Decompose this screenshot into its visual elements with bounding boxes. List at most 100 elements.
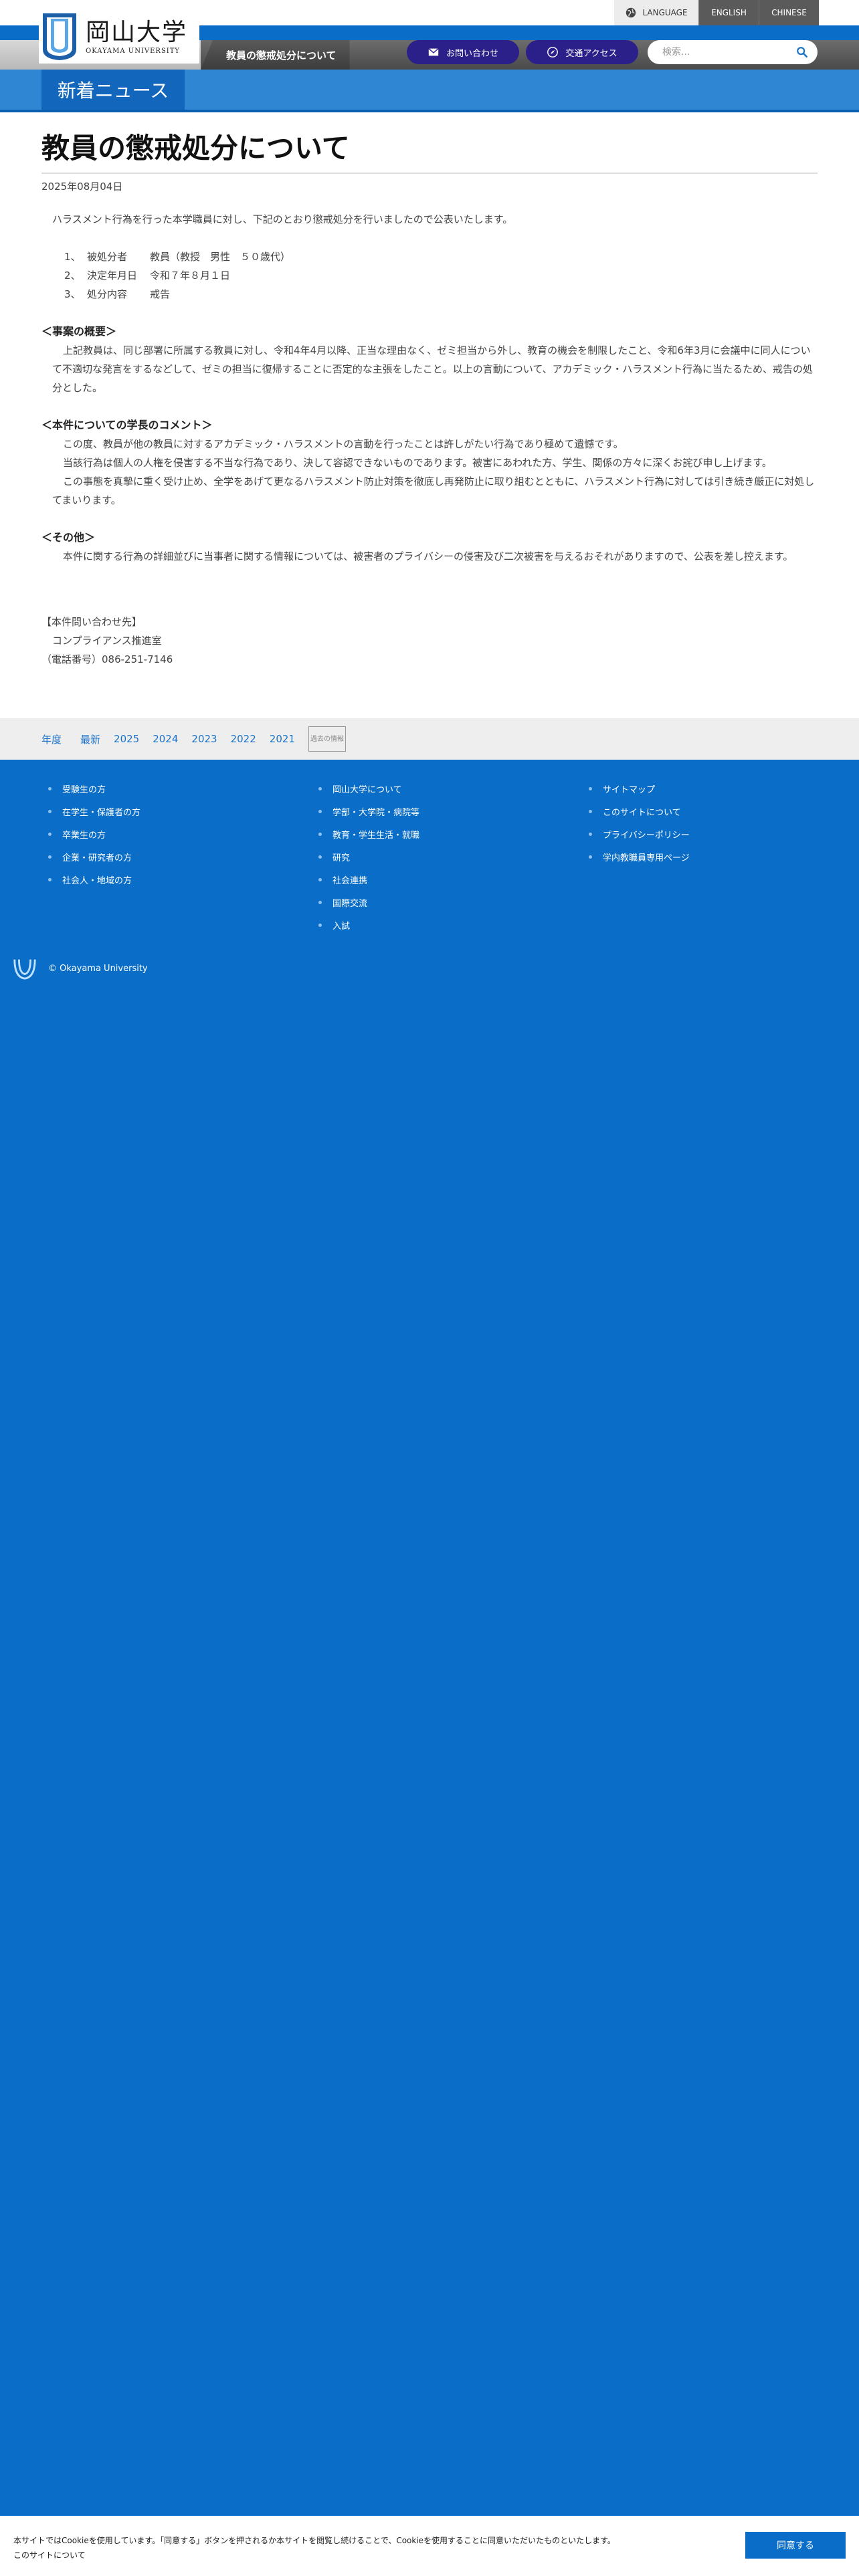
logo-text: 岡山大学 OKAYAMA UNIVERSITY — [86, 19, 187, 55]
cookie-agree-button[interactable]: 同意する — [745, 2532, 846, 2559]
language-english-button[interactable]: ENGLISH — [698, 0, 759, 25]
footer-link[interactable]: 社会連携 — [318, 868, 573, 891]
footer-link-label: 学部・大学院・病院等 — [332, 807, 420, 818]
comment-heading: ＜本件についての学長のコメント＞ — [41, 419, 213, 431]
other-heading: ＜その他＞ — [41, 531, 96, 544]
list-item-value: 戒告 — [150, 288, 171, 300]
bullet-icon — [589, 832, 592, 836]
footer-link-label: 教育・学生生活・就職 — [332, 830, 420, 841]
language-chinese-button[interactable]: CHINESE — [759, 0, 819, 25]
compass-icon — [547, 47, 559, 58]
contact-button[interactable]: お問い合わせ — [407, 40, 519, 64]
footer-link[interactable]: 学内教職員専用ページ — [589, 845, 843, 868]
comment-line: 当該行為は個人の人権を侵害する不当な行為であり、決して容認できないものであります… — [63, 457, 772, 469]
other-text: 本件に関する行為の詳細並びに当事者に関する情報については、被害者のプライバシーの… — [63, 550, 793, 562]
search-icon[interactable] — [796, 46, 808, 58]
footer-link-label: 社会人・地域の方 — [62, 875, 132, 886]
university-mark-icon — [13, 959, 36, 980]
bullet-icon — [318, 900, 322, 904]
access-button-label: 交通アクセス — [565, 48, 617, 59]
copyright-text: © Okayama University — [48, 963, 148, 974]
comment-line: この事態を真摯に重く受け止め、全学をあげて更なるハラスメント防止対策を徹底し再発… — [52, 475, 815, 506]
language-label-text: LANGUAGE — [642, 8, 688, 17]
footer-link-label: 企業・研究者の方 — [62, 853, 132, 863]
footer-link[interactable]: 岡山大学について — [318, 777, 573, 800]
language-selector: LANGUAGE ENGLISH CHINESE — [614, 0, 819, 25]
footer-link-label: このサイトについて — [603, 807, 681, 818]
logo-japanese: 岡山大学 — [86, 18, 188, 46]
overview-heading: ＜事案の概要＞ — [41, 325, 117, 338]
footer-link[interactable]: 在学生・保護者の方 — [48, 800, 302, 823]
footer-link-label: プライバシーポリシー — [603, 830, 690, 841]
footer-link[interactable]: 社会人・地域の方 — [48, 868, 302, 891]
bullet-icon — [318, 786, 322, 790]
year-nav-label: 年度 — [41, 733, 62, 746]
comment-line: この度、教員が他の教員に対するアカデミック・ハラスメントの言動を行ったことは許し… — [63, 438, 624, 450]
bullet-icon — [589, 786, 592, 790]
logo-english: OKAYAMA UNIVERSITY — [86, 47, 181, 55]
footer-link[interactable]: プライバシーポリシー — [589, 823, 843, 845]
globe-icon — [626, 7, 636, 18]
footer-link-label: 学内教職員専用ページ — [603, 853, 690, 863]
footer-link[interactable]: サイトマップ — [589, 777, 843, 800]
cookie-banner: 本サイトではCookieを使用しています。「同意する」ボタンを押されるか本サイト… — [0, 2516, 859, 2576]
copyright: © Okayama University — [12, 955, 148, 982]
bullet-icon — [589, 809, 592, 813]
year-link-2021[interactable]: 2021 — [270, 733, 295, 745]
bullet-icon — [48, 809, 52, 813]
footer-link-label: サイトマップ — [603, 784, 656, 795]
list-item-label: 被処分者 — [87, 251, 128, 263]
language-label: LANGUAGE — [614, 0, 698, 25]
footer-link-label: 岡山大学について — [332, 784, 402, 795]
disposition-list: 1、 被処分者 教員（教授 男性 ５０歳代） 2、 決定年月日 令和７年８月１日… — [41, 247, 818, 304]
bullet-icon — [318, 855, 322, 859]
article-intro: ハラスメント行為を行った本学職員に対し、下記のとおり懲戒処分を行いましたので公表… — [52, 213, 513, 225]
inquiry-department: コンプライアンス推進室 — [52, 635, 162, 647]
footer-link[interactable]: 教育・学生生活・就職 — [318, 823, 573, 845]
footer-link[interactable]: 国際交流 — [318, 891, 573, 914]
bullet-icon — [318, 809, 322, 813]
contact-button-label: お問い合わせ — [446, 48, 498, 59]
list-item: 1、 被処分者 教員（教授 男性 ５０歳代） — [64, 247, 818, 266]
footer-column-university: 岡山大学について 学部・大学院・病院等 教育・学生生活・就職 研究 社会連携 国… — [318, 777, 573, 936]
bullet-icon — [48, 855, 52, 859]
search-input[interactable] — [662, 47, 796, 58]
list-item-label: 決定年月日 — [87, 270, 138, 282]
section-tab-news[interactable]: 新着ニュース — [41, 70, 185, 110]
footer-link[interactable]: 企業・研究者の方 — [48, 845, 302, 868]
footer-link[interactable]: このサイトについて — [589, 800, 843, 823]
footer-link[interactable]: 卒業生の方 — [48, 823, 302, 845]
footer-link[interactable]: 研究 — [318, 845, 573, 868]
list-item-number: 1、 — [64, 251, 81, 263]
article-body: ハラスメント行為を行った本学職員に対し、下記のとおり懲戒処分を行いましたので公表… — [41, 210, 818, 669]
footer-link-label: 受験生の方 — [62, 784, 106, 795]
search-box — [648, 40, 818, 64]
year-link-2022[interactable]: 2022 — [231, 733, 256, 745]
past-info-button[interactable]: 過去の情報 — [308, 726, 346, 752]
comment-section: ＜本件についての学長のコメント＞ この度、教員が他の教員に対するアカデミック・ハ… — [41, 416, 818, 510]
bullet-icon — [318, 923, 322, 927]
footer-link[interactable]: 入試 — [318, 914, 573, 936]
year-link-2023[interactable]: 2023 — [191, 733, 217, 745]
cookie-about-link[interactable]: このサイトについて — [13, 2548, 723, 2563]
footer-link-label: 卒業生の方 — [62, 830, 106, 841]
year-link-latest[interactable]: 最新 — [80, 732, 100, 746]
list-item-value: 教員（教授 男性 ５０歳代） — [150, 251, 291, 263]
year-link-2025[interactable]: 2025 — [114, 733, 139, 745]
other-section: ＜その他＞ 本件に関する行為の詳細並びに当事者に関する情報については、被害者のプ… — [41, 528, 818, 566]
inquiry-heading: 【本件問い合わせ先】 — [41, 616, 142, 628]
footer-column-site: サイトマップ このサイトについて プライバシーポリシー 学内教職員専用ページ — [589, 777, 843, 868]
site-logo[interactable]: 岡山大学 OKAYAMA UNIVERSITY — [39, 10, 199, 64]
footer-link-label: 国際交流 — [332, 898, 368, 909]
title-divider — [41, 173, 818, 174]
year-link-2024[interactable]: 2024 — [153, 733, 178, 745]
list-item: 3、 処分内容 戒告 — [64, 285, 818, 304]
bullet-icon — [318, 832, 322, 836]
year-nav: 年度 最新 2025 2024 2023 2022 2021 過去の情報 — [0, 718, 859, 760]
footer-link[interactable]: 学部・大学院・病院等 — [318, 800, 573, 823]
bullet-icon — [589, 855, 592, 859]
cookie-text: 本サイトではCookieを使用しています。「同意する」ボタンを押されるか本サイト… — [13, 2533, 723, 2563]
access-button[interactable]: 交通アクセス — [526, 40, 638, 64]
footer-link-label: 研究 — [332, 853, 351, 863]
footer-link[interactable]: 受験生の方 — [48, 777, 302, 800]
